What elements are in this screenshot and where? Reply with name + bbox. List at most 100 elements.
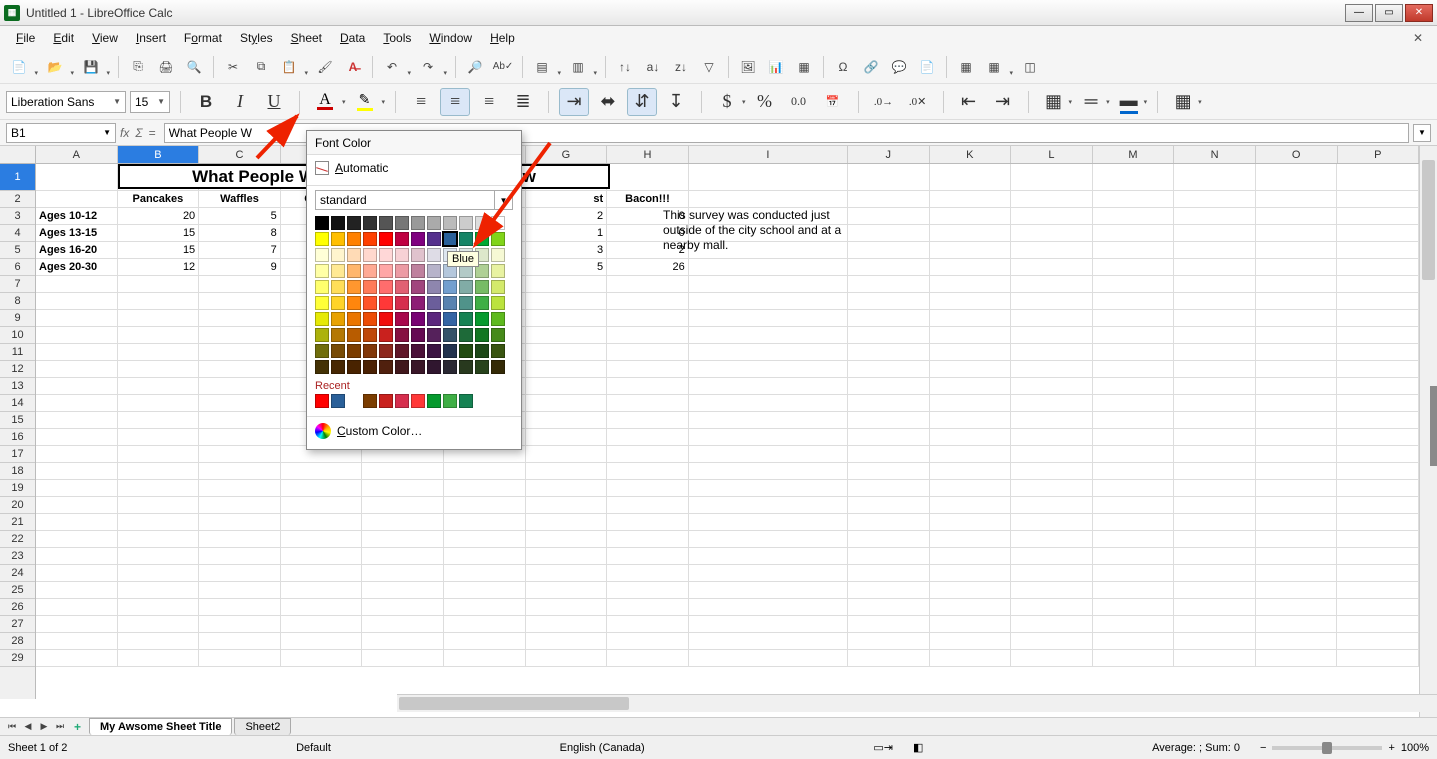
cell-O18[interactable] [1256, 463, 1338, 480]
cell-J29[interactable] [848, 650, 930, 667]
cell-P10[interactable] [1337, 327, 1419, 344]
cell-N29[interactable] [1174, 650, 1256, 667]
cell-I15[interactable] [689, 412, 848, 429]
cell-A4[interactable]: Ages 13-15 [36, 225, 118, 242]
column-header-N[interactable]: N [1174, 146, 1256, 163]
cell-M9[interactable] [1093, 310, 1175, 327]
cell-J1[interactable] [848, 164, 930, 191]
sort-button[interactable]: z↓ [668, 54, 694, 80]
valign-bottom-button[interactable]: ↧ [661, 88, 691, 116]
font-size-combo[interactable]: 15▼ [130, 91, 170, 113]
cell-K10[interactable] [930, 327, 1012, 344]
increase-indent-button[interactable]: ⇥ [988, 88, 1018, 116]
cell-K3[interactable] [930, 208, 1012, 225]
color-swatch[interactable] [443, 344, 457, 358]
cell-A3[interactable]: Ages 10-12 [36, 208, 118, 225]
cell-N20[interactable] [1174, 497, 1256, 514]
cell-L29[interactable] [1011, 650, 1093, 667]
color-swatch[interactable] [315, 264, 329, 278]
cell-D25[interactable] [281, 582, 363, 599]
menu-sheet[interactable]: Sheet [283, 28, 330, 48]
cell-B19[interactable] [118, 480, 200, 497]
headers-footers-button[interactable]: 📄 [914, 54, 940, 80]
cell-I10[interactable] [689, 327, 848, 344]
cell-G7[interactable] [526, 276, 608, 293]
cell-E29[interactable] [362, 650, 444, 667]
function-wizard-icon[interactable]: fx [120, 126, 129, 140]
cell-H8[interactable] [607, 293, 689, 310]
copy-button[interactable]: ⧉ [248, 54, 274, 80]
cell-B22[interactable] [118, 531, 200, 548]
font-name-combo[interactable]: Liberation Sans▼ [6, 91, 126, 113]
color-swatch[interactable] [347, 312, 361, 326]
color-swatch[interactable] [363, 360, 377, 374]
color-swatch[interactable] [331, 264, 345, 278]
recent-color-swatch[interactable] [315, 394, 329, 408]
menu-view[interactable]: View [84, 28, 126, 48]
spreadsheet-grid[interactable]: ABCDEFGHIJKLMNOP 12345678910111213141516… [0, 146, 1437, 717]
sort-desc-button[interactable]: a↓ [640, 54, 666, 80]
special-char-button[interactable]: Ω [830, 54, 856, 80]
cell-G29[interactable] [526, 650, 608, 667]
color-swatch[interactable] [459, 344, 473, 358]
cell-K27[interactable] [930, 616, 1012, 633]
cell-L12[interactable] [1011, 361, 1093, 378]
cell-N1[interactable] [1174, 164, 1256, 191]
color-swatch[interactable] [347, 248, 361, 262]
cell-D27[interactable] [281, 616, 363, 633]
row-header-17[interactable]: 17 [0, 446, 35, 463]
cell-M29[interactable] [1093, 650, 1175, 667]
cell-A17[interactable] [36, 446, 118, 463]
cell-P29[interactable] [1337, 650, 1419, 667]
menu-edit[interactable]: Edit [45, 28, 82, 48]
cell-G18[interactable] [526, 463, 608, 480]
color-swatch[interactable] [443, 328, 457, 342]
spellcheck-button[interactable]: Ab✓ [490, 54, 516, 80]
cell-A13[interactable] [36, 378, 118, 395]
cell-C5[interactable]: 7 [199, 242, 281, 259]
row-header-24[interactable]: 24 [0, 565, 35, 582]
color-swatch[interactable] [379, 344, 393, 358]
row-header-1[interactable]: 1 [0, 164, 35, 191]
color-swatch[interactable] [491, 264, 505, 278]
cell-M3[interactable] [1093, 208, 1175, 225]
cell-H28[interactable] [607, 633, 689, 650]
cell-O9[interactable] [1256, 310, 1338, 327]
color-swatch[interactable] [395, 312, 409, 326]
cell-P25[interactable] [1337, 582, 1419, 599]
cell-E23[interactable] [362, 548, 444, 565]
row-header-23[interactable]: 23 [0, 548, 35, 565]
cell-I2[interactable] [689, 191, 848, 208]
wrap-text-button[interactable]: ⇥ [559, 88, 589, 116]
cell-I9[interactable] [689, 310, 848, 327]
cell-M28[interactable] [1093, 633, 1175, 650]
cell-A20[interactable] [36, 497, 118, 514]
cell-P5[interactable] [1337, 242, 1419, 259]
color-swatch[interactable] [427, 296, 441, 310]
cell-H23[interactable] [607, 548, 689, 565]
note-text[interactable]: This survey was conducted just outside o… [663, 208, 855, 253]
cell-B15[interactable] [118, 412, 200, 429]
cell-M2[interactable] [1093, 191, 1175, 208]
cell-I16[interactable] [689, 429, 848, 446]
cell-C15[interactable] [199, 412, 281, 429]
cell-O4[interactable] [1256, 225, 1338, 242]
cell-A18[interactable] [36, 463, 118, 480]
cell-G25[interactable] [526, 582, 608, 599]
align-right-button[interactable]: ≡ [474, 88, 504, 116]
color-swatch[interactable] [491, 360, 505, 374]
color-swatch[interactable] [379, 360, 393, 374]
cell-G21[interactable] [526, 514, 608, 531]
cell-reference-box[interactable]: B1▼ [6, 123, 116, 143]
cell-P23[interactable] [1337, 548, 1419, 565]
cell-I13[interactable] [689, 378, 848, 395]
cell-N17[interactable] [1174, 446, 1256, 463]
cell-J24[interactable] [848, 565, 930, 582]
cell-C9[interactable] [199, 310, 281, 327]
cell-D21[interactable] [281, 514, 363, 531]
cell-L10[interactable] [1011, 327, 1093, 344]
cell-I20[interactable] [689, 497, 848, 514]
cell-P24[interactable] [1337, 565, 1419, 582]
selection-mode-icon[interactable]: ◧ [913, 741, 923, 754]
cell-A9[interactable] [36, 310, 118, 327]
